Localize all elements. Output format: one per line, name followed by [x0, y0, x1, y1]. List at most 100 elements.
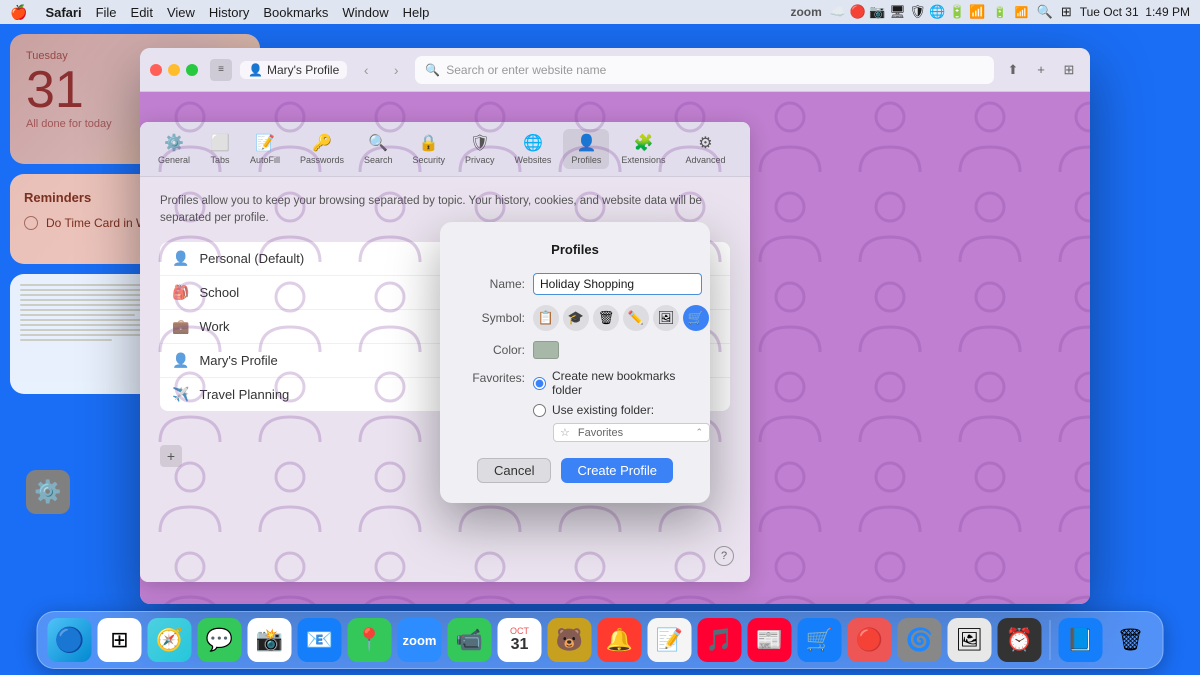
pref-passwords[interactable]: 🔑Passwords	[292, 129, 352, 169]
dialog-buttons: Cancel Create Profile	[460, 458, 690, 483]
color-swatch[interactable]	[533, 341, 559, 359]
menu-file[interactable]: File	[96, 5, 117, 20]
symbol-btn-clipboard[interactable]: 📋	[533, 305, 559, 331]
dock-photos[interactable]: 📸	[248, 618, 292, 662]
pref-profiles[interactable]: 👤Profiles	[563, 129, 609, 169]
add-profile-button[interactable]: +	[160, 445, 182, 467]
dock-calendar[interactable]: OCT31	[498, 618, 542, 662]
menu-edit[interactable]: Edit	[131, 5, 153, 20]
color-row: Color:	[460, 341, 690, 359]
profile-chip-name: Mary's Profile	[267, 63, 339, 77]
dock-mail[interactable]: 📧	[298, 618, 342, 662]
tabs-overview-button[interactable]: ⊞	[1058, 59, 1080, 81]
folder-select[interactable]: ☆ Favorites ⌃	[553, 423, 710, 442]
datetime-display: Tue Oct 31 1:49 PM	[1080, 5, 1190, 19]
dock-notes-blue[interactable]: 📘	[1059, 618, 1103, 662]
profile-row-name-work: Work	[199, 319, 229, 334]
pref-search[interactable]: 🔍Search	[356, 129, 401, 169]
maximize-window-button[interactable]	[186, 64, 198, 76]
back-button[interactable]: ‹	[355, 59, 377, 81]
dock-facetime[interactable]: 📹	[448, 618, 492, 662]
dock-freeform[interactable]: 📝	[648, 618, 692, 662]
dock-news[interactable]: 📰	[748, 618, 792, 662]
folder-select-text: Favorites	[574, 427, 692, 439]
menu-help[interactable]: Help	[403, 5, 430, 20]
help-button[interactable]: ?	[714, 546, 734, 566]
profile-chip[interactable]: 👤 Mary's Profile	[240, 61, 347, 79]
menu-bookmarks[interactable]: Bookmarks	[263, 5, 328, 20]
dialog-title: Profiles	[460, 242, 690, 257]
forward-button[interactable]: ›	[385, 59, 407, 81]
menubar-icons-area: ☁️ 🔴 📷 🖥 🛡 🌐 🔋 📶	[830, 4, 985, 20]
dock-zoom[interactable]: zoom	[398, 618, 442, 662]
radio-new-folder-label: Create new bookmarks folder	[552, 369, 690, 397]
control-center-icon[interactable]: ⊞	[1061, 4, 1072, 20]
menu-safari[interactable]: Safari	[45, 5, 81, 20]
dock-preview[interactable]: 🖼	[948, 618, 992, 662]
pref-autofill[interactable]: 📝AutoFill	[242, 129, 288, 169]
create-profile-dialog: Profiles Name: Symbol: 📋 🎓 🗑 ✏️ 🖼 🛒	[440, 222, 710, 503]
dock-appstore[interactable]: 🛒	[798, 618, 842, 662]
sidebar-toggle-button[interactable]: ≡	[210, 59, 232, 81]
folder-chevron-icon: ⌃	[695, 427, 703, 438]
profile-row-icon-school: 🎒	[172, 284, 189, 301]
symbol-btn-image[interactable]: 🖼	[653, 305, 679, 331]
dock-separator	[1050, 620, 1051, 660]
dock-notch[interactable]: 🔴	[848, 618, 892, 662]
symbol-btn-shopping[interactable]: 🛒	[683, 305, 709, 331]
symbol-label: Symbol:	[460, 311, 525, 325]
menu-view[interactable]: View	[167, 5, 195, 20]
new-tab-button[interactable]: +	[1030, 59, 1052, 81]
dock-finder[interactable]: 🔵	[48, 618, 92, 662]
pref-general[interactable]: ⚙️General	[150, 129, 198, 169]
menu-window[interactable]: Window	[342, 5, 388, 20]
dock-safari[interactable]: 🧭	[148, 618, 192, 662]
pref-extensions[interactable]: 🧩Extensions	[613, 129, 673, 169]
menu-history[interactable]: History	[209, 5, 249, 20]
profile-row-icon-travel: ✈️	[172, 386, 189, 403]
favorites-label: Favorites:	[460, 369, 525, 385]
symbol-btn-trash[interactable]: 🗑	[593, 305, 619, 331]
pref-privacy[interactable]: 🛡Privacy	[457, 129, 503, 169]
symbol-btn-graduation[interactable]: 🎓	[563, 305, 589, 331]
radio-new-folder[interactable]	[533, 377, 546, 390]
dock-maps[interactable]: 📍	[348, 618, 392, 662]
reminder-checkbox[interactable]	[24, 216, 38, 230]
create-profile-button[interactable]: Create Profile	[561, 458, 672, 483]
profile-row-name-personal: Personal (Default)	[199, 251, 304, 266]
dock-launchpad[interactable]: ⊞	[98, 618, 142, 662]
minimize-window-button[interactable]	[168, 64, 180, 76]
reminders-title: Reminders	[24, 190, 91, 205]
close-window-button[interactable]	[150, 64, 162, 76]
battery-icon: 🔋	[993, 6, 1007, 19]
safari-window: ≡ 👤 Mary's Profile ‹ › 🔍 Search or enter…	[140, 48, 1090, 604]
favorites-section: Create new bookmarks folder Use existing…	[533, 369, 690, 442]
system-preferences-icon[interactable]: ⚙️	[26, 470, 70, 514]
color-label: Color:	[460, 343, 525, 357]
dock-clock[interactable]: ⏰	[998, 618, 1042, 662]
profile-row-name-mary: Mary's Profile	[199, 353, 277, 368]
radio-existing-row: Use existing folder:	[533, 403, 690, 417]
profile-row-icon-personal: 👤	[172, 250, 189, 267]
share-button[interactable]: ⬆	[1002, 59, 1024, 81]
symbol-btn-pencil[interactable]: ✏️	[623, 305, 649, 331]
pref-tabs[interactable]: ⬜Tabs	[202, 129, 238, 169]
pref-security[interactable]: 🔒Security	[405, 129, 454, 169]
apple-menu-icon[interactable]: 🍎	[10, 4, 27, 21]
dock-music[interactable]: 🎵	[698, 618, 742, 662]
dock-trash[interactable]: 🗑	[1109, 618, 1153, 662]
dock-badges[interactable]: 🔔	[598, 618, 642, 662]
address-bar[interactable]: 🔍 Search or enter website name	[415, 56, 994, 84]
pref-advanced[interactable]: ⚙Advanced	[677, 129, 733, 169]
search-menubar-icon[interactable]: 🔍	[1037, 4, 1053, 20]
name-label: Name:	[460, 277, 525, 291]
profile-row-icon-mary: 👤	[172, 352, 189, 369]
dock-messages[interactable]: 💬	[198, 618, 242, 662]
dock-screensaver[interactable]: 🌀	[898, 618, 942, 662]
pref-websites[interactable]: 🌐Websites	[507, 129, 560, 169]
name-input[interactable]	[533, 273, 702, 295]
safari-toolbar: ≡ 👤 Mary's Profile ‹ › 🔍 Search or enter…	[140, 48, 1090, 92]
cancel-button[interactable]: Cancel	[477, 458, 551, 483]
radio-existing-folder[interactable]	[533, 404, 546, 417]
dock-bear[interactable]: 🐻	[548, 618, 592, 662]
